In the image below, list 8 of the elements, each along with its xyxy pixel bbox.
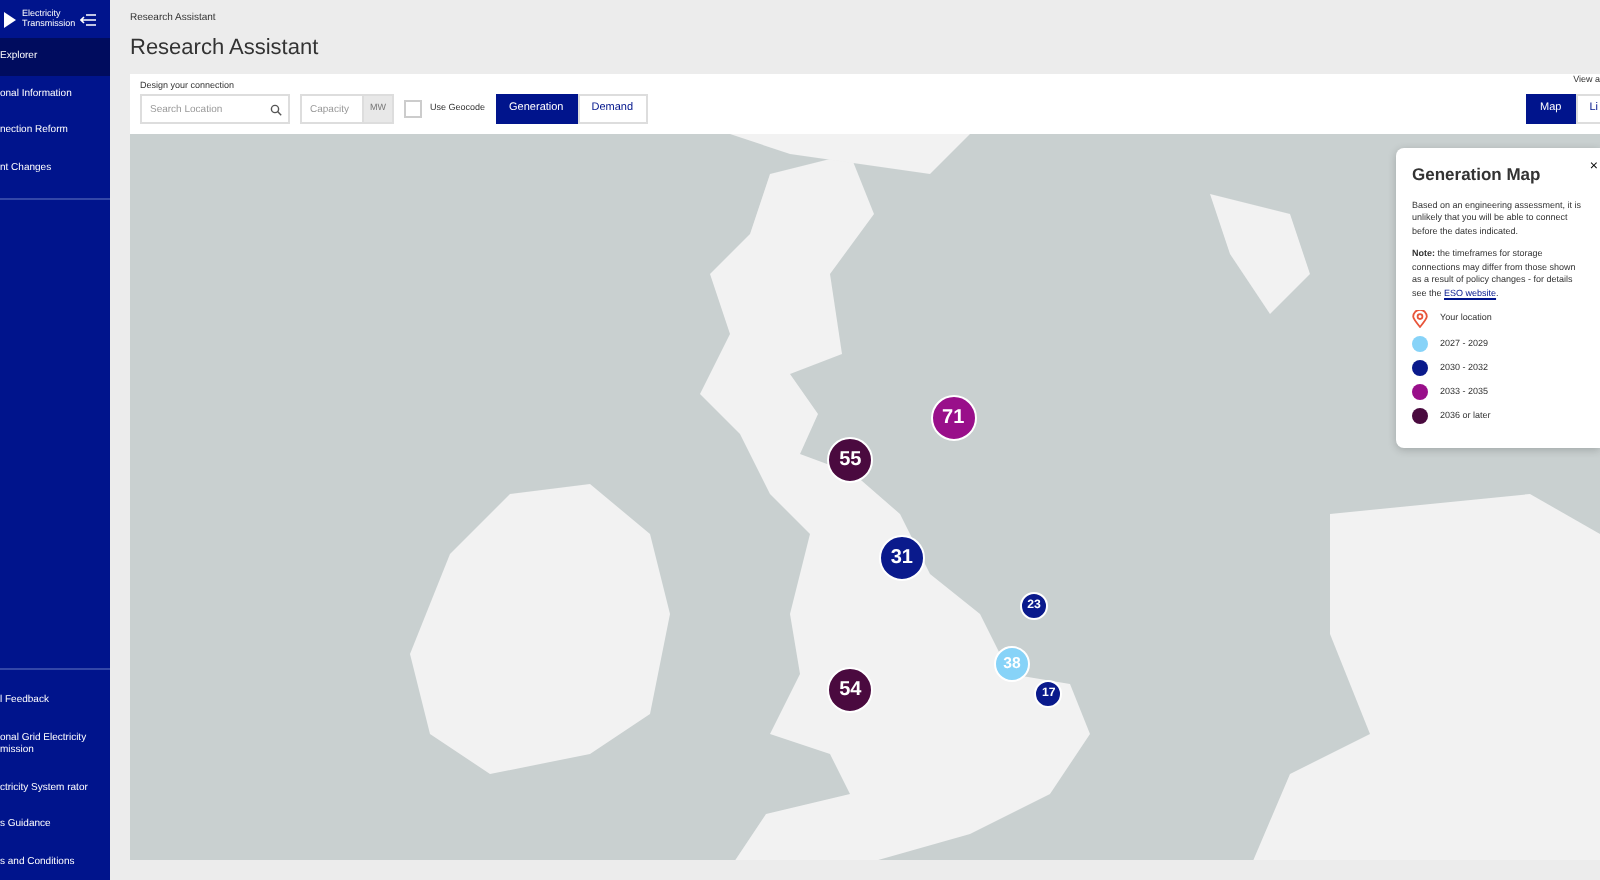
logo-icon: [4, 11, 16, 27]
cluster-marker[interactable]: 55: [827, 437, 874, 484]
collapse-icon[interactable]: [80, 13, 96, 25]
cluster-marker[interactable]: 71: [930, 394, 977, 441]
page-title: Research Assistant: [130, 33, 321, 63]
legend-title: Generation Map: [1412, 162, 1543, 188]
search-icon: [270, 103, 282, 115]
checkbox[interactable]: [404, 100, 422, 118]
